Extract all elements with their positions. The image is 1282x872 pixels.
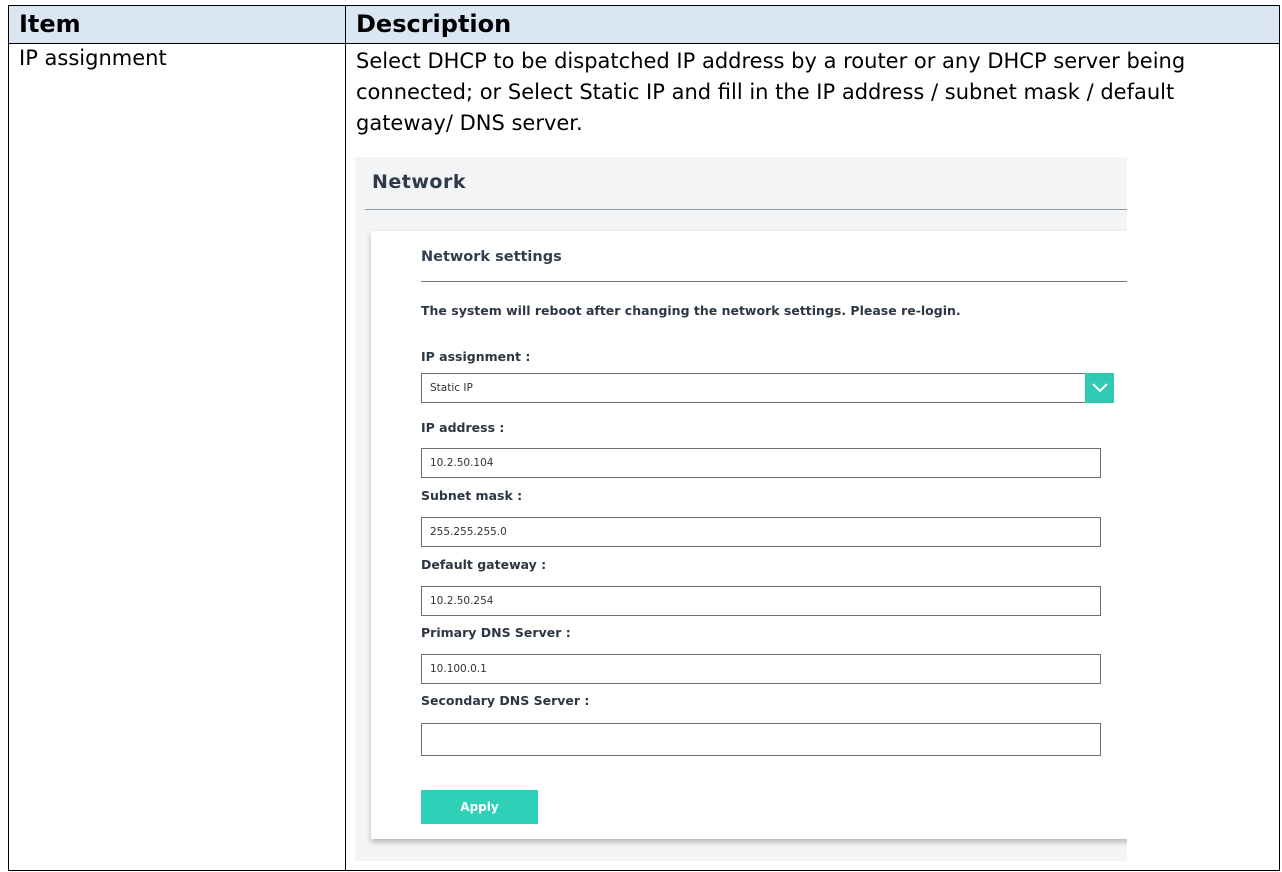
secondary-dns-field[interactable] [421, 723, 1101, 756]
item-cell: IP assignment [8, 43, 346, 871]
apply-button[interactable]: Apply [421, 790, 538, 824]
table-row: IP assignment Select DHCP to be dispatch… [8, 43, 1280, 871]
ip-assignment-value: Static IP [430, 382, 473, 394]
subnet-mask-field[interactable]: 255.255.255.0 [421, 517, 1101, 547]
default-gateway-label: Default gateway : [421, 557, 547, 572]
ip-assignment-select[interactable]: Static IP [421, 373, 1114, 403]
network-settings-screenshot: Network Network settings The system will… [355, 157, 1127, 861]
header-description: Description [345, 5, 1280, 44]
table-header-row: Item Description [8, 5, 1280, 44]
reboot-notice: The system will reboot after changing th… [421, 303, 961, 318]
description-table: Item Description IP assignment Select DH… [8, 5, 1280, 871]
network-settings-card: Network settings The system will reboot … [371, 231, 1127, 839]
secondary-dns-label: Secondary DNS Server : [421, 693, 590, 708]
description-cell: Select DHCP to be dispatched IP address … [345, 43, 1280, 871]
card-divider [421, 281, 1127, 282]
page-title: Network [372, 171, 466, 193]
ip-address-label: IP address : [421, 420, 505, 435]
default-gateway-field[interactable]: 10.2.50.254 [421, 586, 1101, 616]
chevron-down-icon[interactable] [1085, 373, 1114, 403]
description-text: Select DHCP to be dispatched IP address … [356, 49, 1186, 135]
primary-dns-label: Primary DNS Server : [421, 625, 571, 640]
ip-address-field[interactable]: 10.2.50.104 [421, 448, 1101, 478]
title-divider [365, 209, 1127, 210]
card-title: Network settings [421, 249, 562, 265]
subnet-mask-label: Subnet mask : [421, 488, 523, 503]
primary-dns-field[interactable]: 10.100.0.1 [421, 654, 1101, 684]
header-item: Item [8, 5, 346, 44]
ip-assignment-label: IP assignment : [421, 349, 531, 364]
